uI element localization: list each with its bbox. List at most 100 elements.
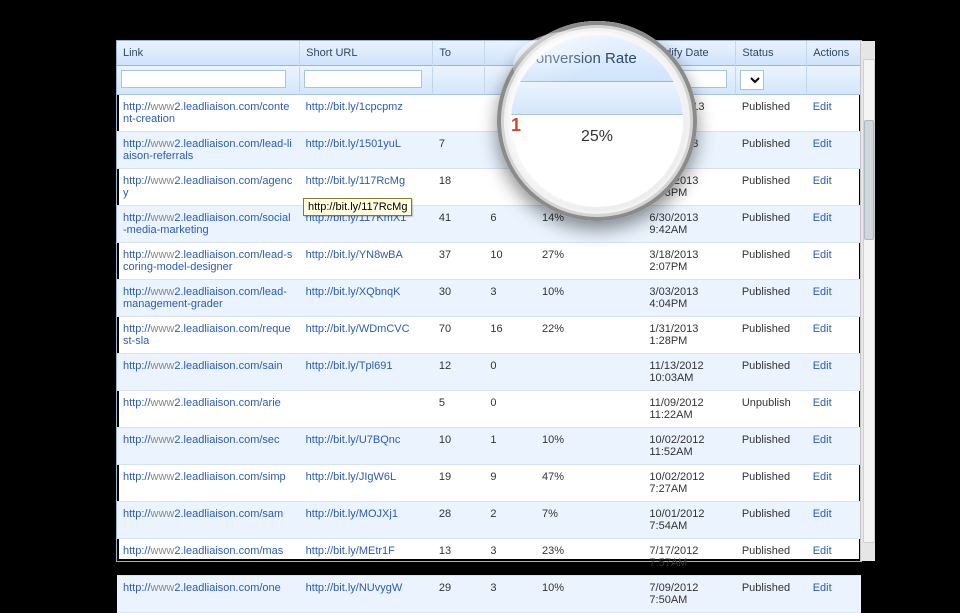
cell-c3: 5 xyxy=(433,391,485,428)
short-url-cell[interactable]: http://bit.ly/JIgW6L xyxy=(306,471,427,483)
filter-input-short-url[interactable] xyxy=(304,70,422,88)
cell-c5 xyxy=(536,391,643,428)
cell-status: Published xyxy=(736,354,807,391)
edit-link[interactable]: Edit xyxy=(813,249,832,261)
short-url-cell[interactable]: http://bit.ly/1501yuL xyxy=(306,138,427,150)
edit-link[interactable]: Edit xyxy=(813,175,832,187)
cell-date: 10/02/201211:52AM xyxy=(643,428,735,465)
cell-c5 xyxy=(536,354,643,391)
edit-link[interactable]: Edit xyxy=(813,286,832,298)
edit-link[interactable]: Edit xyxy=(813,508,832,520)
short-url-cell[interactable]: http://bit.ly/1cpcpmz xyxy=(306,101,427,113)
short-url-cell[interactable]: http://bit.ly/XQbnqK xyxy=(306,286,427,298)
cell-c4: 16 xyxy=(484,317,536,354)
cell-date: 6/30/20139:42AM xyxy=(643,206,735,243)
cell-c3: 70 xyxy=(433,317,485,354)
cell-c3: 18 xyxy=(433,169,485,206)
table-row: http://www2.leadliaison.com/lead-managem… xyxy=(117,280,861,317)
cell-c5: 10% xyxy=(536,280,643,317)
cell-status: Published xyxy=(736,539,807,576)
cell-date: 3/03/20134:04PM xyxy=(643,280,735,317)
link-cell[interactable]: http://www2.leadliaison.com/content-crea… xyxy=(123,101,294,125)
edit-link[interactable]: Edit xyxy=(813,101,832,113)
link-cell[interactable]: http://www2.leadliaison.com/lead-managem… xyxy=(123,286,294,310)
magnifier-value-text: 25% xyxy=(581,128,613,146)
cell-date: 10/02/20127:27AM xyxy=(643,465,735,502)
vertical-scrollbar[interactable] xyxy=(860,41,875,561)
cell-c4: 3 xyxy=(484,539,536,576)
link-cell[interactable]: http://www2.leadliaison.com/lead-scoring… xyxy=(123,249,294,273)
short-url-cell[interactable]: http://bit.ly/NUvygW xyxy=(306,582,427,594)
short-url-cell[interactable]: http://bit.ly/YN8wBA xyxy=(306,249,427,261)
cell-status: Unpublish xyxy=(736,391,807,428)
table-row: http://www2.leadliaison.com/mas http://bi… xyxy=(117,539,861,576)
link-cell[interactable]: http://www2.leadliaison.com/arie xyxy=(123,397,294,409)
short-url-cell[interactable]: http://bit.ly/U7BQnc xyxy=(306,434,427,446)
cell-c3 xyxy=(433,95,485,132)
col-header-short-url[interactable]: Short URL xyxy=(300,41,433,66)
table-row: http://www2.leadliaison.com/arie5011/09/… xyxy=(117,391,861,428)
cell-c3: 29 xyxy=(433,576,485,613)
link-cell[interactable]: http://www2.leadliaison.com/sain xyxy=(123,360,294,372)
link-cell[interactable]: http://www2.leadliaison.com/sam xyxy=(123,508,294,520)
short-url-cell[interactable]: http://bit.ly/MOJXj1 xyxy=(306,508,427,520)
edit-link[interactable]: Edit xyxy=(813,397,832,409)
table-row: http://www2.leadliaison.com/request-sla h… xyxy=(117,317,861,354)
cell-c4: 9 xyxy=(484,465,536,502)
link-cell[interactable]: http://www2.leadliaison.com/simp xyxy=(123,471,294,483)
edit-link[interactable]: Edit xyxy=(813,360,832,372)
link-cell[interactable]: http://www2.leadliaison.com/one xyxy=(123,582,294,594)
col-header-actions[interactable]: Actions xyxy=(807,41,861,66)
cell-c5: 23% xyxy=(536,539,643,576)
link-cell[interactable]: http://www2.leadliaison.com/sec xyxy=(123,434,294,446)
cell-c5: 27% xyxy=(536,243,643,280)
table-row: http://www2.leadliaison.com/lead-scoring… xyxy=(117,243,861,280)
cell-status: Published xyxy=(736,576,807,613)
short-url-cell[interactable]: http://bit.ly/Tpl691 xyxy=(306,360,427,372)
link-cell[interactable]: http://www2.leadliaison.com/lead-liaison… xyxy=(123,138,294,162)
tooltip: http://bit.ly/117RcMg xyxy=(303,198,412,216)
edit-link[interactable]: Edit xyxy=(813,212,832,224)
edit-link[interactable]: Edit xyxy=(813,323,832,335)
short-url-cell[interactable]: http://bit.ly/WDmCVC xyxy=(306,323,427,335)
link-cell[interactable]: http://www2.leadliaison.com/mas xyxy=(123,545,294,557)
col-header-total[interactable]: To xyxy=(433,41,485,66)
scrollbar-thumb[interactable] xyxy=(864,120,874,240)
cell-c3: 37 xyxy=(433,243,485,280)
cell-c5: 47% xyxy=(536,465,643,502)
edit-link[interactable]: Edit xyxy=(813,471,832,483)
cell-c3: 7 xyxy=(433,132,485,169)
cell-status: Published xyxy=(736,95,807,132)
link-cell[interactable]: http://www2.leadliaison.com/agency xyxy=(123,175,294,199)
edit-link[interactable]: Edit xyxy=(813,545,832,557)
cell-c4: 0 xyxy=(484,354,536,391)
short-url-cell[interactable]: http://bit.ly/MEtr1F xyxy=(306,545,427,557)
grid-header: Link Short URL To Modify Date Status Act… xyxy=(117,41,861,66)
col-header-status[interactable]: Status xyxy=(736,41,807,66)
filter-select-status[interactable] xyxy=(740,70,764,90)
cell-date: 7/09/20127:50AM xyxy=(643,576,735,613)
cell-c4: 10 xyxy=(484,243,536,280)
cell-date: 7/17/20127:57AM xyxy=(643,539,735,576)
table-row: http://www2.leadliaison.com/sain http://b… xyxy=(117,354,861,391)
cell-c4: 3 xyxy=(484,280,536,317)
magnifier-glare xyxy=(513,31,633,101)
table-row: http://www2.leadliaison.com/content-crea… xyxy=(117,95,861,132)
filter-input-link[interactable] xyxy=(121,70,286,88)
cell-c4: 3 xyxy=(484,576,536,613)
edit-link[interactable]: Edit xyxy=(813,582,832,594)
cell-c3: 28 xyxy=(433,502,485,539)
edit-link[interactable]: Edit xyxy=(813,138,832,150)
cell-status: Published xyxy=(736,465,807,502)
table-row: http://www2.leadliaison.com/lead-liaison… xyxy=(117,132,861,169)
link-cell[interactable]: http://www2.leadliaison.com/social-media… xyxy=(123,212,294,236)
short-url-cell[interactable]: http://bit.ly/117RcMg xyxy=(306,175,427,187)
table-row: http://www2.leadliaison.com/simp http://b… xyxy=(117,465,861,502)
cell-date: 3/18/20132:07PM xyxy=(643,243,735,280)
data-grid: Link Short URL To Modify Date Status Act… xyxy=(117,41,861,613)
link-cell[interactable]: http://www2.leadliaison.com/request-sla xyxy=(123,323,294,347)
cell-status: Published xyxy=(736,132,807,169)
magnifier-value: 1 25% xyxy=(511,115,683,159)
edit-link[interactable]: Edit xyxy=(813,434,832,446)
col-header-link[interactable]: Link xyxy=(117,41,300,66)
